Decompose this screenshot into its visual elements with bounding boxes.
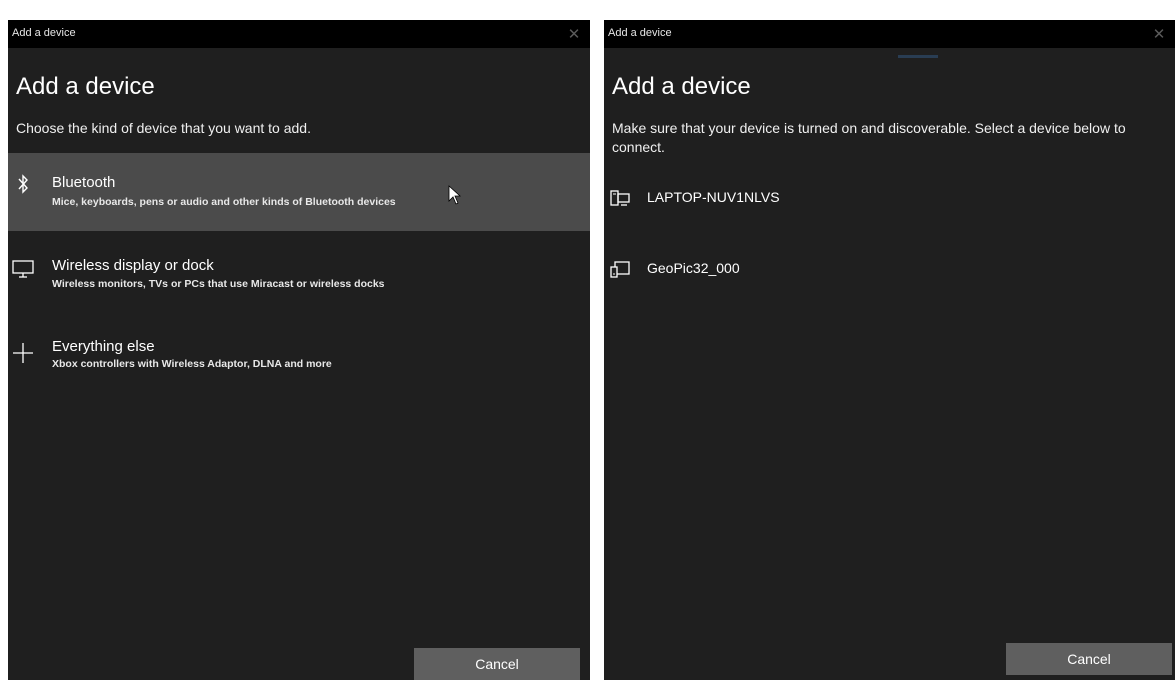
- close-icon[interactable]: ✕: [1147, 22, 1171, 46]
- title-bar: Add a device ✕: [604, 20, 1175, 48]
- title-bar: Add a device ✕: [8, 20, 590, 48]
- screenshot-canvas: Add a device ✕ Add a device Choose the k…: [0, 0, 1175, 684]
- option-bluetooth[interactable]: Bluetooth Mice, keyboards, pens or audio…: [8, 153, 590, 231]
- monitor-icon: [12, 258, 34, 280]
- page-title: Add a device: [612, 73, 751, 100]
- device-item[interactable]: GeoPic32_000: [604, 249, 1164, 289]
- media-device-icon: [610, 259, 630, 279]
- mouse-cursor-icon: [448, 185, 462, 210]
- window-title: Add a device: [12, 27, 76, 39]
- option-description: Wireless monitors, TVs or PCs that use M…: [52, 278, 385, 290]
- plus-icon: [12, 342, 34, 364]
- option-description: Xbox controllers with Wireless Adaptor, …: [52, 358, 332, 370]
- device-name: LAPTOP-NUV1NLVS: [647, 189, 780, 205]
- cancel-button[interactable]: Cancel: [1006, 643, 1172, 675]
- close-icon[interactable]: ✕: [562, 22, 586, 46]
- cancel-button[interactable]: Cancel: [414, 648, 580, 680]
- page-title: Add a device: [16, 73, 155, 100]
- progress-indicator: [898, 55, 938, 58]
- computer-icon: [610, 188, 630, 208]
- option-everything-else[interactable]: Everything else Xbox controllers with Wi…: [8, 320, 590, 398]
- bluetooth-icon: [12, 173, 34, 195]
- instruction-text: Make sure that your device is turned on …: [612, 120, 1126, 155]
- option-name: Bluetooth: [52, 174, 116, 191]
- add-device-dialog-type-select: Add a device ✕ Add a device Choose the k…: [8, 20, 590, 680]
- option-name: Everything else: [52, 338, 155, 355]
- instruction-text: Choose the kind of device that you want …: [16, 120, 311, 136]
- window-title: Add a device: [608, 27, 672, 39]
- option-name: Wireless display or dock: [52, 257, 214, 274]
- device-name: GeoPic32_000: [647, 260, 740, 276]
- option-wireless-display[interactable]: Wireless display or dock Wireless monito…: [8, 237, 590, 315]
- option-description: Mice, keyboards, pens or audio and other…: [52, 196, 396, 208]
- device-item[interactable]: LAPTOP-NUV1NLVS: [604, 178, 1164, 218]
- add-device-dialog-device-list: Add a device ✕ Add a device Make sure th…: [604, 20, 1175, 680]
